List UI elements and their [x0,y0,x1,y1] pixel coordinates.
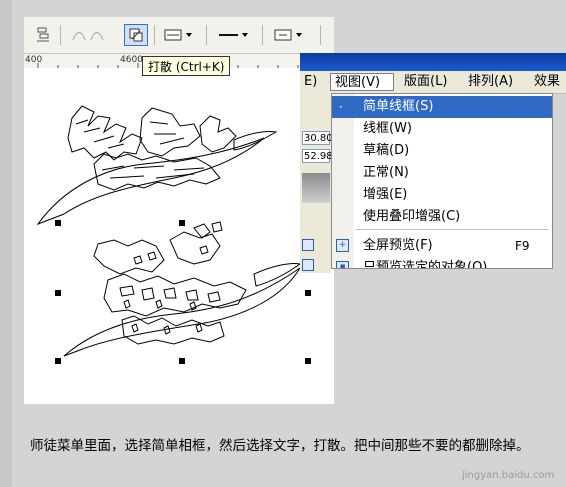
menu-view[interactable]: 视图(V) [330,73,394,91]
wireframe-artwork[interactable] [24,68,334,404]
menu-item-shortcut: F9 [515,239,530,253]
y-position-field[interactable]: 52.98 [302,149,333,163]
menu-item-wireframe[interactable]: 线框(W) [332,118,552,140]
menu-bar: E) 视图(V) 版面(L) 排列(A) 效果 [300,71,566,94]
ruler-label: 400 [25,55,43,65]
menu-item-label: 只预览选定的对象(O) [363,260,488,269]
break-apart-icon[interactable] [124,24,148,46]
property-toolbar [24,17,334,54]
app-titlebar [300,53,566,71]
menu-item-label: 正常(N) [363,165,409,180]
menu-item-fullscreen-preview[interactable]: + 全屏预览(F) F9 [332,235,552,257]
x-position-field[interactable]: 30.80 [302,131,333,145]
arrow-style-dropdown[interactable] [272,24,310,46]
left-frame [0,0,12,487]
instruction-caption: 师徒菜单里面，选择简单相框，然后选择文字，打散。把中间那些不要的都删除掉。 [30,438,530,454]
property-panel: 30.80 52.98 [300,93,333,273]
selection-handle[interactable] [55,358,61,364]
menu-layout[interactable]: 版面(L) [400,73,451,91]
menu-item-label: 使用叠印增强(C) [363,209,461,224]
menu-item-draft[interactable]: 草稿(D) [332,140,552,162]
menu-item-label: 简单线框(S) [363,99,434,114]
preview-selected-icon [302,259,314,271]
menu-separator [356,229,548,230]
selection-handle[interactable] [55,220,61,226]
menu-edit[interactable]: E) [300,73,321,91]
selection-handle[interactable] [305,358,311,364]
menu-item-label: 草稿(D) [363,143,410,158]
selection-handle[interactable] [179,220,185,226]
toolbar-separator [206,25,207,45]
selection-handle[interactable] [179,358,185,364]
menu-item-enhanced[interactable]: 增强(E) [332,184,552,206]
selection-handle[interactable] [305,290,311,296]
menu-item-preview-selected[interactable]: ▪ 只预览选定的对象(O) [332,257,552,269]
fullscreen-preview-icon: + [336,239,349,252]
outline-width-dropdown[interactable] [162,24,198,46]
menu-item-label: 增强(E) [363,187,408,202]
watermark: jingyan.baidu.com [462,470,555,481]
ruler-label: 4600 [120,55,143,65]
drawing-canvas[interactable] [24,68,334,404]
menu-effects[interactable]: 效果 [530,73,564,91]
toolbar-separator [262,25,263,45]
menu-item-label: 全屏预览(F) [363,238,433,253]
menu-item-normal[interactable]: 正常(N) [332,162,552,184]
preview-selected-icon: ▪ [336,261,349,268]
align-icon[interactable] [32,24,54,46]
break-apart-tooltip: 打散 (Ctrl+K) [142,56,231,76]
menu-item-simple-wireframe[interactable]: · 简单线框(S) [332,96,552,118]
menu-arrange[interactable]: 排列(A) [464,73,517,91]
fullscreen-preview-icon [302,239,314,251]
combine-icon[interactable] [68,24,108,46]
toolbar-separator [60,25,61,45]
toolbar-separator [320,25,321,45]
view-menu-dropdown: · 简单线框(S) 线框(W) 草稿(D) 正常(N) 增强(E) 使用叠印增强… [331,93,553,269]
toolbar-separator [154,25,155,45]
menu-item-overprint-enhanced[interactable]: 使用叠印增强(C) [332,206,552,228]
selection-handle[interactable] [55,290,61,296]
menu-item-label: 线框(W) [363,121,412,136]
line-style-dropdown[interactable] [216,24,254,46]
checked-bullet-icon: · [339,100,343,114]
thumbnail-preview [302,173,330,203]
